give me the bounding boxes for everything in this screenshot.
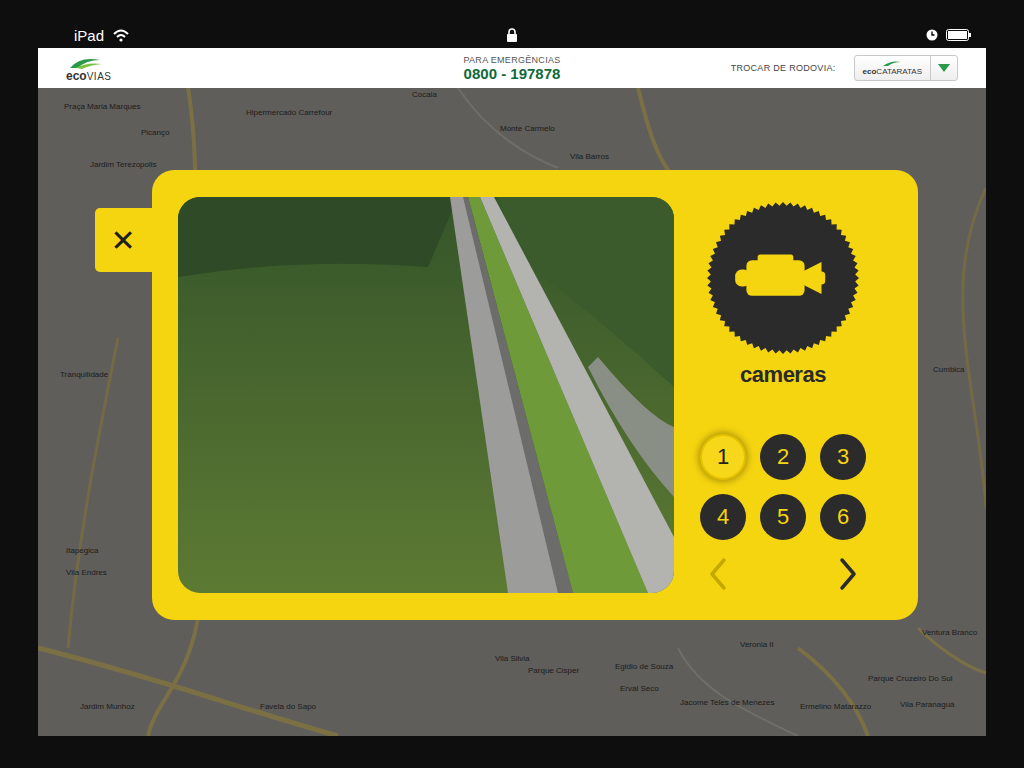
map-label: Tranquilidade — [60, 370, 108, 380]
emergency-phone[interactable]: 0800 - 197878 — [464, 65, 561, 82]
map-label: Erval Seco — [620, 684, 659, 694]
camera-button[interactable]: 5 — [760, 494, 806, 540]
map-label: Parque Cruzeiro Do Sul — [868, 674, 952, 684]
lock-icon — [506, 28, 518, 42]
status-bar: iPad — [38, 22, 986, 48]
camera-feed — [178, 197, 674, 593]
ecovias-logo: ecoVIAS — [38, 54, 463, 82]
leaf-icon — [66, 54, 106, 70]
cameras-modal: cameras 123 456 — [152, 170, 918, 620]
clock-icon — [926, 29, 938, 41]
camera-feed-image — [178, 197, 674, 593]
map-label: Egidio de Souza — [615, 662, 673, 672]
map-label: Picanço — [141, 128, 169, 138]
emergency-label: PARA EMERGÊNCIAS — [463, 55, 560, 65]
map-label: Parque Cisper — [528, 666, 579, 676]
camera-list: 123 456 — [700, 434, 866, 540]
chevron-left-button — [703, 554, 733, 594]
camera-button[interactable]: 1 — [700, 434, 746, 480]
chevron-down-icon[interactable] — [938, 64, 950, 72]
wifi-icon — [112, 28, 130, 42]
camera-button[interactable]: 4 — [700, 494, 746, 540]
highway-dropdown[interactable]: ecoCATARATAS — [854, 55, 958, 81]
map-label: Ventura Branco — [922, 628, 977, 638]
map-label: Vila Barros — [570, 152, 609, 162]
map-label: Vila Paranaguá — [900, 700, 955, 710]
map-label: Jardim Terezopolis — [90, 160, 157, 170]
highway-switch: TROCAR DE RODOVIA: ecoCATARATAS — [561, 55, 986, 81]
selected-highway: ecoCATARATAS — [855, 56, 930, 80]
panel-title: cameras — [740, 362, 826, 388]
map-label: Favela do Sapo — [260, 702, 316, 712]
map-label: Monte Carmelo — [500, 124, 555, 134]
leaf-icon — [881, 60, 903, 67]
chevron-left-icon — [704, 556, 732, 592]
map-label: Hipermercado Carrefour — [246, 108, 332, 118]
map[interactable]: Praça Maria Marques Picanço Jardim Terezop… — [38, 88, 986, 736]
camera-pager — [703, 554, 863, 594]
map-label: Jardim Munhoz — [80, 702, 135, 712]
map-label: Veronia II — [740, 640, 774, 650]
map-label: Cocaia — [412, 90, 437, 100]
map-label: Vila Silvia — [495, 654, 530, 664]
switch-label: TROCAR DE RODOVIA: — [731, 63, 836, 73]
camera-button[interactable]: 2 — [760, 434, 806, 480]
map-label: Praça Maria Marques — [64, 102, 140, 112]
close-button[interactable]: ✕ — [95, 208, 155, 272]
device-name: iPad — [74, 27, 104, 44]
map-label: Jacome Teles de Menezes — [680, 698, 775, 708]
camera-panel: cameras 123 456 — [674, 196, 892, 594]
map-label: Vila Endres — [66, 568, 107, 578]
app-header: ecoVIASPARA EMERGÊNCIAS0800 - 197878TROC… — [38, 48, 986, 88]
camera-button[interactable]: 6 — [820, 494, 866, 540]
camera-button[interactable]: 3 — [820, 434, 866, 480]
logo-text: ecoVIAS — [66, 70, 111, 82]
map-label: Cumbica — [933, 365, 965, 375]
battery-icon — [946, 29, 972, 41]
camera-icon — [702, 202, 864, 354]
chevron-right-icon[interactable] — [834, 556, 862, 592]
map-label: Ermelino Matarazzo — [800, 702, 871, 712]
map-label: Itapegica — [66, 546, 98, 556]
emergency-info: PARA EMERGÊNCIAS0800 - 197878 — [463, 51, 560, 86]
chevron-right-button[interactable] — [833, 554, 863, 594]
